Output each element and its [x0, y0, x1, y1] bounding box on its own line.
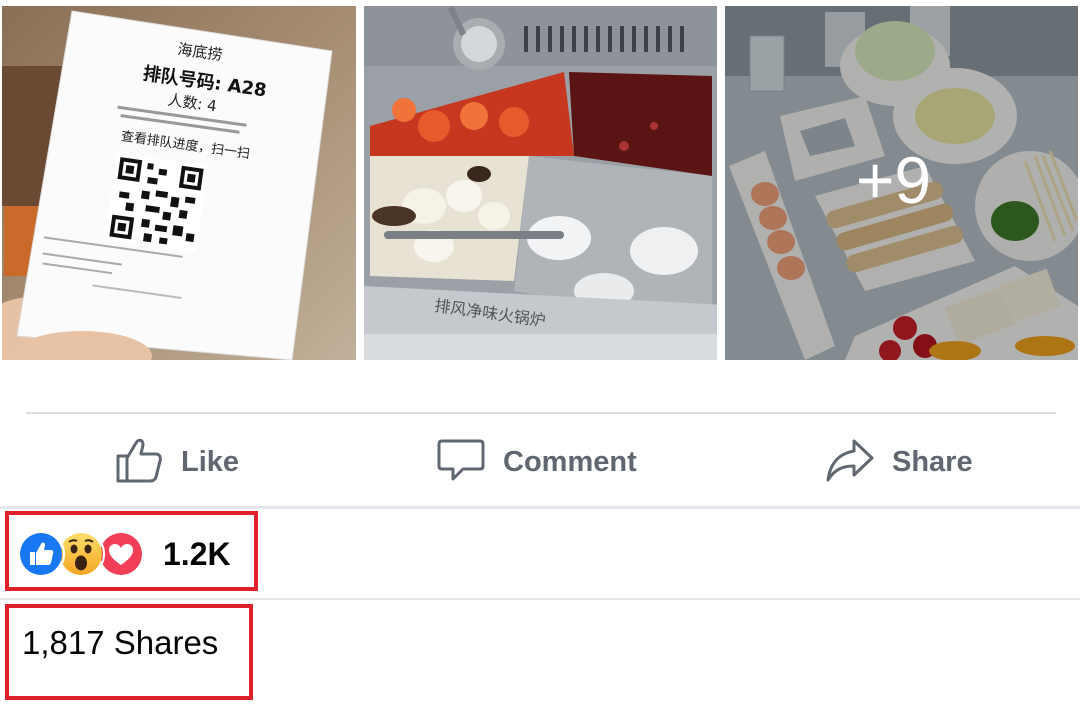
more-photos-count: +9: [855, 143, 932, 217]
thumbs-up-icon: [114, 435, 164, 490]
photo-dishes-more[interactable]: +9: [725, 6, 1078, 360]
divider: [26, 412, 1056, 414]
comment-bubble-icon: [436, 435, 486, 490]
like-reaction-icon: [17, 530, 65, 578]
share-arrow-icon: [825, 435, 875, 490]
like-button[interactable]: Like: [114, 430, 239, 494]
shares-count[interactable]: 1,817 Shares: [22, 624, 218, 662]
divider: [0, 506, 1080, 509]
share-label: Share: [892, 445, 973, 478]
divider: [0, 598, 1080, 600]
reaction-count: 1.2K: [163, 535, 231, 572]
photo-queue-receipt[interactable]: 海底捞 排队号码: A28 人数: 4 查看排队进度，扫一扫: [2, 6, 356, 360]
hot-pot-image: 排风净味火锅炉: [364, 6, 717, 360]
comment-button[interactable]: Comment: [436, 430, 637, 494]
receipt-image: 海底捞 排队号码: A28 人数: 4 查看排队进度，扫一扫: [2, 6, 356, 360]
more-photos-overlay[interactable]: +9: [725, 6, 1078, 360]
comment-label: Comment: [503, 445, 637, 478]
like-label: Like: [181, 445, 240, 478]
share-button[interactable]: Share: [825, 430, 973, 494]
reactions-summary[interactable]: 1.2K: [17, 530, 231, 578]
photo-hot-pot[interactable]: 排风净味火锅炉: [364, 6, 717, 360]
post-action-bar: Like Comment Share: [0, 420, 1080, 504]
